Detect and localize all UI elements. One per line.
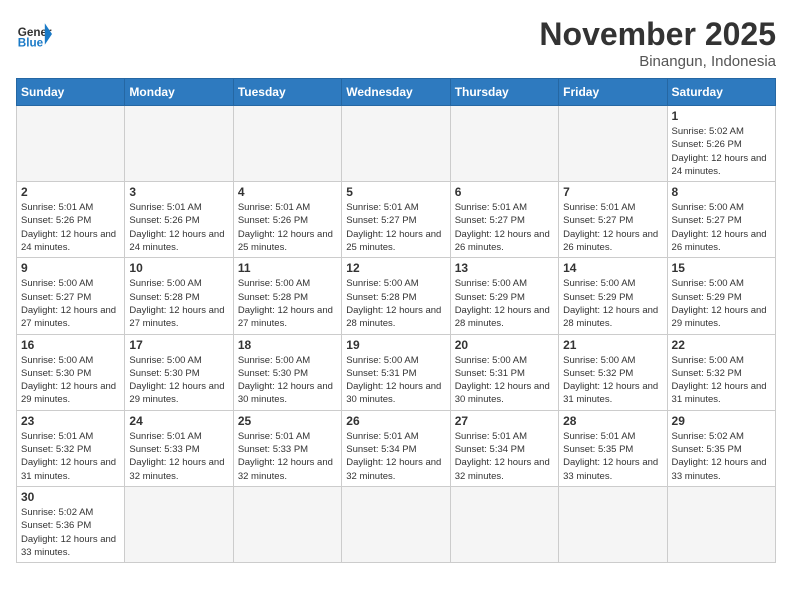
page-header: General Blue November 2025 Binangun, Ind… [16, 16, 776, 70]
day-29: 29 Sunrise: 5:02 AMSunset: 5:35 PMDaylig… [667, 410, 775, 486]
day-23: 23 Sunrise: 5:01 AMSunset: 5:32 PMDaylig… [17, 410, 125, 486]
day-12: 12 Sunrise: 5:00 AMSunset: 5:28 PMDaylig… [342, 258, 450, 334]
day-16: 16 Sunrise: 5:00 AMSunset: 5:30 PMDaylig… [17, 334, 125, 410]
header-wednesday: Wednesday [342, 79, 450, 106]
empty-cell [233, 486, 341, 562]
day-27: 27 Sunrise: 5:01 AMSunset: 5:34 PMDaylig… [450, 410, 558, 486]
day-17: 17 Sunrise: 5:00 AMSunset: 5:30 PMDaylig… [125, 334, 233, 410]
day-30: 30 Sunrise: 5:02 AMSunset: 5:36 PMDaylig… [17, 486, 125, 562]
day-11: 11 Sunrise: 5:00 AMSunset: 5:28 PMDaylig… [233, 258, 341, 334]
day-26: 26 Sunrise: 5:01 AMSunset: 5:34 PMDaylig… [342, 410, 450, 486]
empty-cell [559, 486, 667, 562]
day-19: 19 Sunrise: 5:00 AMSunset: 5:31 PMDaylig… [342, 334, 450, 410]
empty-cell [17, 106, 125, 182]
logo-icon: General Blue [16, 16, 52, 52]
calendar: Sunday Monday Tuesday Wednesday Thursday… [16, 78, 776, 563]
day-24: 24 Sunrise: 5:01 AMSunset: 5:33 PMDaylig… [125, 410, 233, 486]
day-9: 9 Sunrise: 5:00 AMSunset: 5:27 PMDayligh… [17, 258, 125, 334]
header-friday: Friday [559, 79, 667, 106]
day-13: 13 Sunrise: 5:00 AMSunset: 5:29 PMDaylig… [450, 258, 558, 334]
header-sunday: Sunday [17, 79, 125, 106]
header-thursday: Thursday [450, 79, 558, 106]
empty-cell [125, 106, 233, 182]
header-saturday: Saturday [667, 79, 775, 106]
calendar-row-1: 1 Sunrise: 5:02 AMSunset: 5:26 PMDayligh… [17, 106, 776, 182]
empty-cell [450, 106, 558, 182]
day-15: 15 Sunrise: 5:00 AMSunset: 5:29 PMDaylig… [667, 258, 775, 334]
day-10: 10 Sunrise: 5:00 AMSunset: 5:28 PMDaylig… [125, 258, 233, 334]
calendar-row-6: 30 Sunrise: 5:02 AMSunset: 5:36 PMDaylig… [17, 486, 776, 562]
empty-cell [233, 106, 341, 182]
day-20: 20 Sunrise: 5:00 AMSunset: 5:31 PMDaylig… [450, 334, 558, 410]
empty-cell [667, 486, 775, 562]
calendar-row-3: 9 Sunrise: 5:00 AMSunset: 5:27 PMDayligh… [17, 258, 776, 334]
day-3: 3 Sunrise: 5:01 AMSunset: 5:26 PMDayligh… [125, 182, 233, 258]
day-18: 18 Sunrise: 5:00 AMSunset: 5:30 PMDaylig… [233, 334, 341, 410]
day-2: 2 Sunrise: 5:01 AMSunset: 5:26 PMDayligh… [17, 182, 125, 258]
header-monday: Monday [125, 79, 233, 106]
calendar-row-5: 23 Sunrise: 5:01 AMSunset: 5:32 PMDaylig… [17, 410, 776, 486]
day-14: 14 Sunrise: 5:00 AMSunset: 5:29 PMDaylig… [559, 258, 667, 334]
calendar-row-2: 2 Sunrise: 5:01 AMSunset: 5:26 PMDayligh… [17, 182, 776, 258]
logo: General Blue [16, 16, 52, 52]
day-28: 28 Sunrise: 5:01 AMSunset: 5:35 PMDaylig… [559, 410, 667, 486]
day-7: 7 Sunrise: 5:01 AMSunset: 5:27 PMDayligh… [559, 182, 667, 258]
location: Binangun, Indonesia [539, 53, 776, 70]
day-21: 21 Sunrise: 5:00 AMSunset: 5:32 PMDaylig… [559, 334, 667, 410]
day-6: 6 Sunrise: 5:01 AMSunset: 5:27 PMDayligh… [450, 182, 558, 258]
empty-cell [342, 106, 450, 182]
month-title: November 2025 [539, 16, 776, 53]
weekday-header-row: Sunday Monday Tuesday Wednesday Thursday… [17, 79, 776, 106]
calendar-row-4: 16 Sunrise: 5:00 AMSunset: 5:30 PMDaylig… [17, 334, 776, 410]
empty-cell [559, 106, 667, 182]
day-5: 5 Sunrise: 5:01 AMSunset: 5:27 PMDayligh… [342, 182, 450, 258]
empty-cell [125, 486, 233, 562]
title-section: November 2025 Binangun, Indonesia [539, 16, 776, 70]
empty-cell [450, 486, 558, 562]
day-25: 25 Sunrise: 5:01 AMSunset: 5:33 PMDaylig… [233, 410, 341, 486]
day-1: 1 Sunrise: 5:02 AMSunset: 5:26 PMDayligh… [667, 106, 775, 182]
day-22: 22 Sunrise: 5:00 AMSunset: 5:32 PMDaylig… [667, 334, 775, 410]
empty-cell [342, 486, 450, 562]
day-4: 4 Sunrise: 5:01 AMSunset: 5:26 PMDayligh… [233, 182, 341, 258]
header-tuesday: Tuesday [233, 79, 341, 106]
svg-text:Blue: Blue [18, 37, 44, 50]
day-8: 8 Sunrise: 5:00 AMSunset: 5:27 PMDayligh… [667, 182, 775, 258]
